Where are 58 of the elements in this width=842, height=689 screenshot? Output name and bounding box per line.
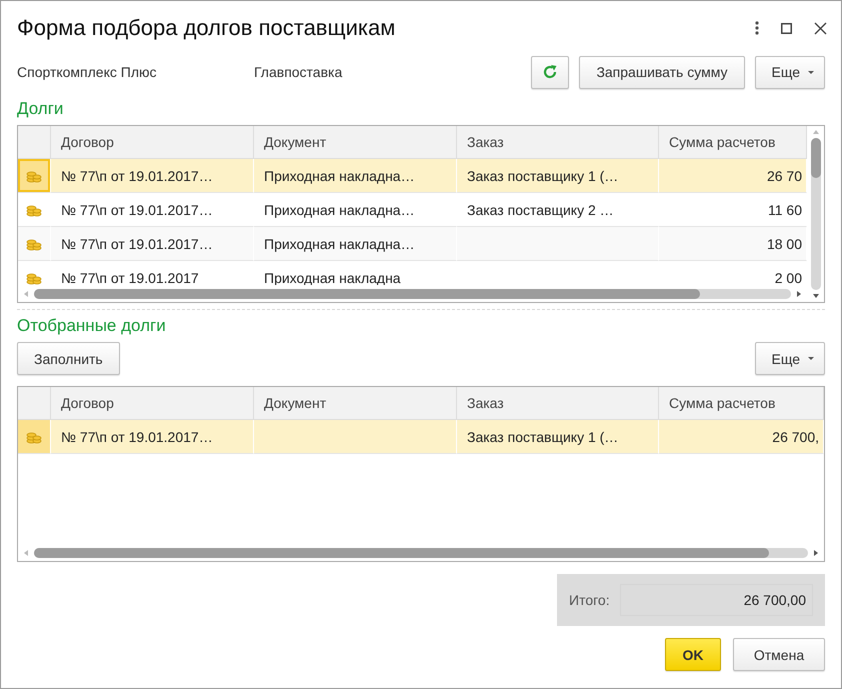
column-header[interactable]: Заказ	[457, 126, 659, 159]
window-title: Форма подбора долгов поставщикам	[17, 15, 396, 41]
header-corner	[18, 387, 51, 420]
table-cell[interactable]	[457, 227, 659, 261]
cancel-button[interactable]: Отмена	[733, 638, 825, 671]
scrollbar-thumb[interactable]	[810, 138, 820, 178]
section-title: Отобранные долги	[17, 316, 167, 337]
row-icon-cell[interactable]	[18, 159, 51, 193]
refresh-button[interactable]	[531, 56, 570, 88]
ok-button[interactable]: OK	[665, 638, 721, 671]
more-button[interactable]: Еще	[754, 56, 825, 88]
column-header[interactable]: Договор	[51, 387, 254, 420]
total-label: Итого:	[569, 592, 610, 608]
table-cell[interactable]: Приходная накладна…	[254, 227, 457, 261]
caret-icon	[808, 357, 814, 360]
table-cell[interactable]: 26 700,	[659, 420, 824, 454]
refresh-icon	[542, 64, 558, 80]
close-icon[interactable]	[814, 22, 827, 34]
table-cell[interactable]: 26 70	[659, 159, 807, 193]
coins-icon	[26, 430, 42, 444]
column-header[interactable]: Договор	[51, 126, 254, 159]
coins-icon	[26, 236, 42, 250]
coins-icon	[26, 168, 42, 182]
arrow-down-icon[interactable]	[812, 294, 818, 298]
table-cell[interactable]	[254, 420, 457, 454]
column-header[interactable]: Документ	[254, 387, 457, 420]
info-label: Спорткомплекс Плюс	[17, 64, 158, 80]
column-header[interactable]: Заказ	[457, 387, 659, 420]
caret-icon	[808, 70, 814, 74]
arrow-up-icon[interactable]	[812, 130, 818, 134]
arrow-right-icon[interactable]	[797, 290, 801, 296]
table-cell[interactable]: Заказ поставщику 1 (…	[457, 159, 659, 193]
row-icon-cell[interactable]	[18, 420, 51, 454]
info-label: Главпоставка	[254, 64, 342, 80]
table-cell[interactable]: № 77\п от 19.01.2017…	[51, 227, 254, 261]
table-cell[interactable]: 18 00	[659, 227, 807, 261]
header-corner	[18, 126, 51, 159]
coins-icon	[26, 270, 42, 284]
table-cell[interactable]: № 77\п от 19.01.2017…	[51, 420, 254, 454]
more-button[interactable]: Еще	[754, 342, 825, 375]
column-header[interactable]: Сумма расчетов	[659, 126, 807, 159]
table-cell[interactable]: № 77\п от 19.01.2017…	[51, 159, 254, 193]
fill-button[interactable]: Заполнить	[17, 342, 120, 375]
scrollbar[interactable]	[810, 138, 820, 290]
table-cell[interactable]: Заказ поставщику 1 (…	[457, 420, 659, 454]
arrow-left-icon[interactable]	[24, 290, 28, 296]
column-header[interactable]: Сумма расчетов	[659, 387, 824, 420]
arrow-left-icon[interactable]	[24, 550, 28, 556]
row-icon-cell[interactable]	[18, 227, 51, 261]
table-cell[interactable]: Приходная накладна…	[254, 159, 457, 193]
arrow-right-icon[interactable]	[814, 550, 818, 556]
total-value: 26 700,00	[620, 584, 813, 616]
coins-icon	[26, 202, 42, 216]
section-title: Долги	[17, 99, 64, 120]
column-header[interactable]: Документ	[254, 126, 457, 159]
maximize-icon[interactable]	[781, 22, 792, 34]
more-icon[interactable]	[755, 21, 759, 35]
request-sum-button[interactable]: Запрашивать сумму	[579, 56, 744, 88]
